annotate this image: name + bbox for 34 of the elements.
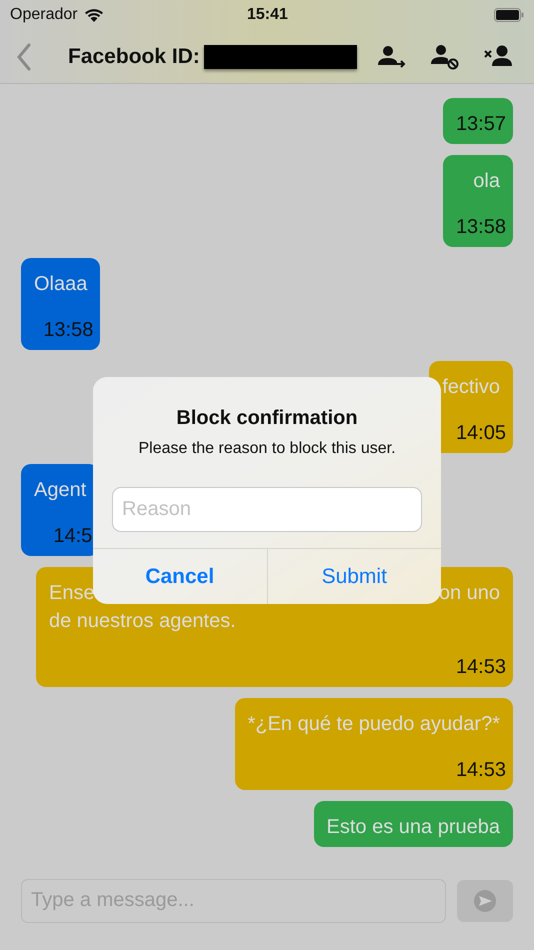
message-time: 13:58 <box>456 215 506 240</box>
message-time: 14:05 <box>456 421 506 446</box>
remove-user-button[interactable] <box>484 44 514 68</box>
person-arrow-icon <box>378 44 406 68</box>
message-time: 14:53 <box>456 655 506 680</box>
carrier-name: Operador <box>10 5 78 25</box>
dialog-button[interactable]: Submit <box>266 549 441 604</box>
message-text: *¿En qué te puedo ayudar?* <box>248 712 500 737</box>
reason-field[interactable]: Reason <box>112 487 422 532</box>
battery-icon <box>494 8 524 22</box>
message-text: Esto es una prueba <box>326 815 500 840</box>
person-remove-icon <box>484 44 514 68</box>
message-text: Ense <box>49 581 95 606</box>
page-title: Facebook ID: <box>68 44 200 70</box>
block-user-button[interactable] <box>431 44 459 70</box>
person-block-icon <box>431 44 459 70</box>
message-text: ola <box>473 169 500 194</box>
back-chevron-icon <box>16 42 32 70</box>
message-text: fectivo <box>442 375 500 400</box>
message-time: 14:5 <box>53 524 92 549</box>
dialog-message: Please the reason to block this user. <box>138 439 396 459</box>
send-icon <box>474 890 496 912</box>
transfer-user-button[interactable] <box>378 44 406 68</box>
message-text: de nuestros agentes. <box>49 609 236 634</box>
message-time: 13:57 <box>456 112 506 137</box>
message-time: 14:53 <box>456 758 506 783</box>
clock-time: 15:41 <box>247 5 288 25</box>
dialog-title: Block confirmation <box>176 406 358 431</box>
message-text: Olaaa <box>34 272 88 297</box>
message-text: on uno <box>438 581 500 606</box>
message-text: Agent <box>34 478 86 503</box>
dialog-button[interactable]: Cancel <box>93 549 266 604</box>
message-time: 13:58 <box>43 318 94 343</box>
wifi-icon <box>84 8 104 22</box>
